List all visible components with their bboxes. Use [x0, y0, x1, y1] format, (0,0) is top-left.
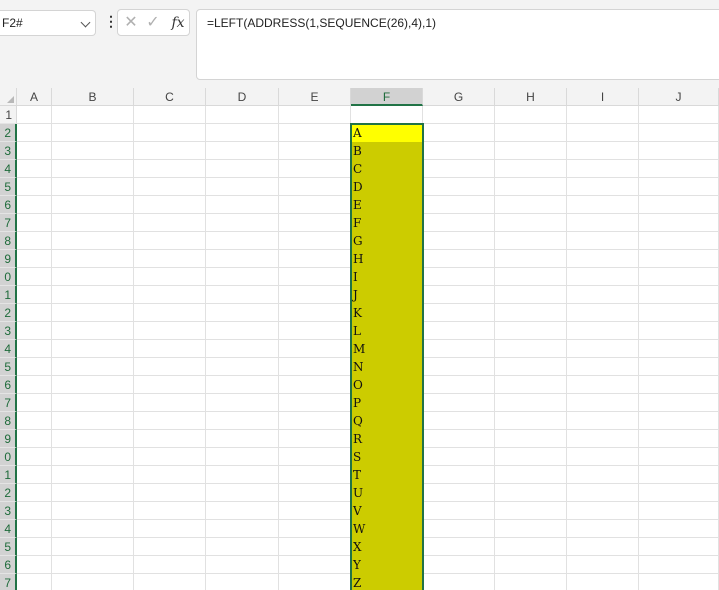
row-header[interactable]: 5: [0, 178, 17, 196]
row-header[interactable]: 8: [0, 232, 17, 250]
column-header-e[interactable]: E: [279, 88, 351, 106]
name-box[interactable]: F2#: [0, 10, 96, 36]
select-all-corner[interactable]: [0, 88, 17, 106]
row-header[interactable]: 1: [0, 106, 17, 124]
formula-bar: F2# ⋮ ✕ ✓ fx =LEFT(ADDRESS(1,SEQUENCE(26…: [0, 0, 719, 88]
gridline-vertical: [205, 106, 206, 590]
row-header[interactable]: 0: [0, 268, 17, 286]
row-header[interactable]: 4: [0, 340, 17, 358]
more-options-icon[interactable]: ⋮: [104, 13, 118, 29]
row-header[interactable]: 0: [0, 448, 17, 466]
row-header[interactable]: 3: [0, 142, 17, 160]
row-header[interactable]: 3: [0, 322, 17, 340]
row-header[interactable]: 6: [0, 196, 17, 214]
check-icon[interactable]: ✓: [143, 13, 163, 33]
row-header[interactable]: 9: [0, 430, 17, 448]
column-header-a[interactable]: A: [17, 88, 52, 106]
gridline-vertical: [638, 106, 639, 590]
row-header[interactable]: 7: [0, 214, 17, 232]
formula-input[interactable]: =LEFT(ADDRESS(1,SEQUENCE(26),4),1): [196, 9, 719, 80]
row-header[interactable]: 4: [0, 520, 17, 538]
insert-function-icon[interactable]: fx: [168, 13, 188, 33]
row-header[interactable]: 1: [0, 466, 17, 484]
gridline-vertical: [566, 106, 567, 590]
row-header[interactable]: 7: [0, 394, 17, 412]
row-header[interactable]: 2: [0, 124, 17, 142]
column-header-h[interactable]: H: [495, 88, 567, 106]
name-box-value[interactable]: F2#: [2, 16, 23, 30]
row-header[interactable]: 9: [0, 250, 17, 268]
gridline-vertical: [494, 106, 495, 590]
column-header-g[interactable]: G: [423, 88, 495, 106]
cancel-icon[interactable]: ✕: [121, 13, 141, 33]
row-header[interactable]: 1: [0, 286, 17, 304]
column-header-b[interactable]: B: [52, 88, 134, 106]
column-header-i[interactable]: I: [567, 88, 639, 106]
gridline-vertical: [133, 106, 134, 590]
selection-border: [350, 123, 424, 590]
column-header-j[interactable]: J: [639, 88, 719, 106]
column-header-f[interactable]: F: [351, 88, 423, 106]
spreadsheet-window: F2# ⋮ ✕ ✓ fx =LEFT(ADDRESS(1,SEQUENCE(26…: [0, 0, 719, 590]
gridline-vertical: [51, 106, 52, 590]
chevron-down-icon[interactable]: [80, 17, 91, 28]
row-header[interactable]: 8: [0, 412, 17, 430]
row-header[interactable]: 3: [0, 502, 17, 520]
formula-text[interactable]: =LEFT(ADDRESS(1,SEQUENCE(26),4),1): [207, 16, 436, 30]
formula-buttons: ✕ ✓ fx: [117, 9, 190, 36]
row-header[interactable]: 6: [0, 376, 17, 394]
worksheet-grid[interactable]: ABCDEFGHIJ123456789012345678901234567ABC…: [0, 88, 719, 590]
gridline-vertical: [278, 106, 279, 590]
row-header[interactable]: 6: [0, 556, 17, 574]
row-header[interactable]: 2: [0, 484, 17, 502]
row-header[interactable]: 7: [0, 574, 17, 590]
row-header[interactable]: 5: [0, 358, 17, 376]
row-header[interactable]: 5: [0, 538, 17, 556]
row-header[interactable]: 2: [0, 304, 17, 322]
column-header-d[interactable]: D: [206, 88, 279, 106]
column-header-c[interactable]: C: [134, 88, 206, 106]
row-header[interactable]: 4: [0, 160, 17, 178]
